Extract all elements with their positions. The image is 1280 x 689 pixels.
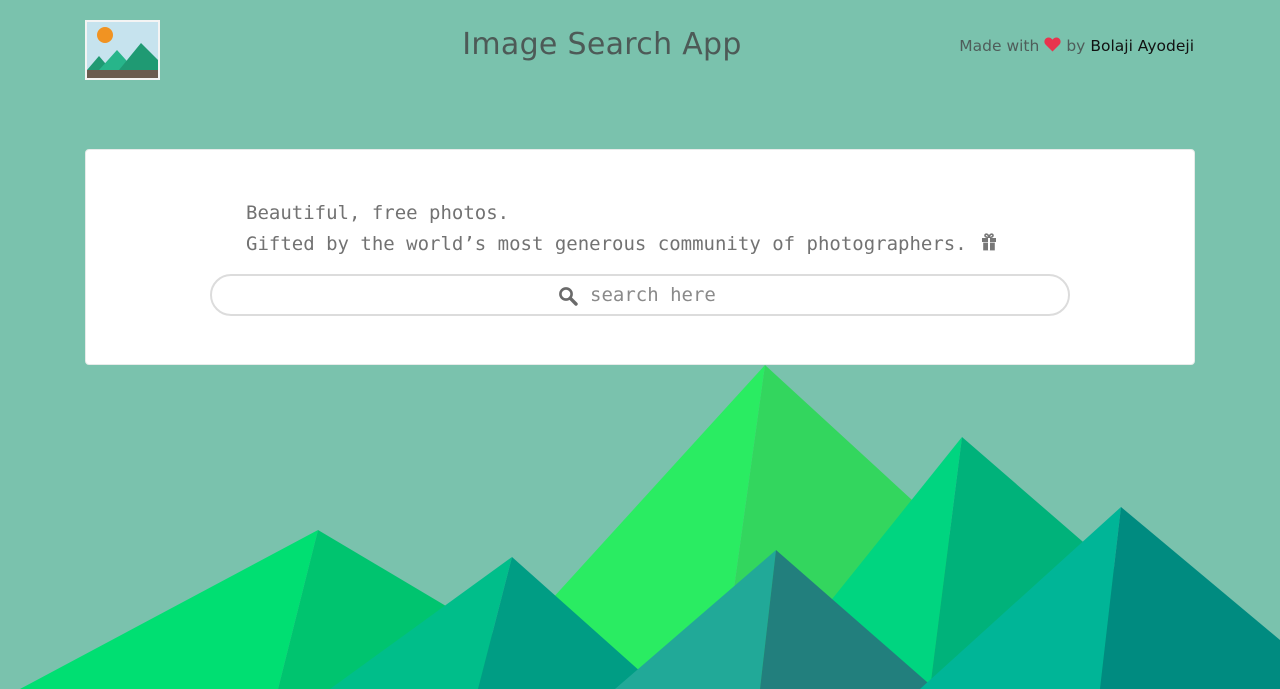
mountain-front-right-shade	[1100, 507, 1280, 689]
tagline-line-2-text: Gifted by the world’s most generous comm…	[246, 232, 967, 255]
mountain-left-light	[20, 530, 318, 689]
tagline-line-1: Beautiful, free photos.	[246, 202, 510, 224]
by-text: by	[1066, 36, 1086, 55]
tagline-line-2: Gifted by the world’s most generous comm…	[246, 232, 997, 255]
search-box[interactable]	[210, 274, 1070, 316]
search-icon	[558, 286, 578, 306]
made-with-text: Made with	[959, 36, 1040, 55]
author-link[interactable]: Bolaji Ayodeji	[1090, 37, 1194, 55]
search-input[interactable]	[590, 282, 1030, 308]
author-credit: Made with by Bolaji Ayodeji	[959, 36, 1194, 55]
gift-icon	[981, 233, 997, 256]
app-header: Image Search App Made with by Bolaji Ayo…	[0, 0, 1280, 100]
search-card: Beautiful, free photos. Gifted by the wo…	[85, 149, 1195, 365]
heart-icon	[1044, 37, 1061, 56]
